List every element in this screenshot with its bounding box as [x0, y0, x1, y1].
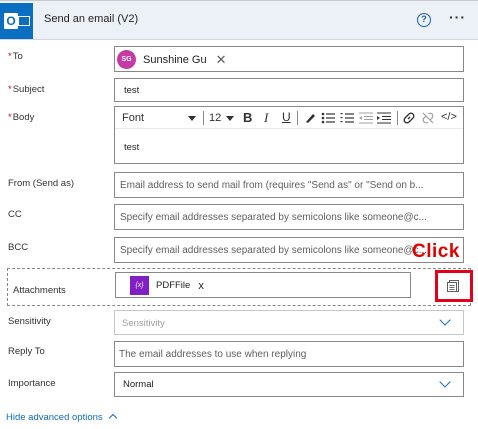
bullet-list-icon[interactable]	[321, 111, 335, 125]
attachments-label: Attachments	[13, 285, 66, 296]
recipient-name: Sunshine Gu	[143, 53, 207, 66]
dynamic-content-token[interactable]: {x} PDFFile x	[130, 276, 204, 295]
decrease-indent-icon[interactable]	[359, 111, 373, 125]
importance-dropdown[interactable]: Normal	[114, 372, 464, 397]
avatar: SG	[117, 50, 136, 69]
subject-value: test	[124, 85, 140, 96]
importance-label: Importance	[8, 378, 56, 389]
action-card-header[interactable]: O Send an email (V2) ? ···	[0, 0, 478, 40]
remove-recipient-icon[interactable]: ✕	[216, 53, 227, 66]
importance-value: Normal	[123, 379, 154, 390]
body-value: test	[124, 142, 140, 153]
click-annotation: Click	[412, 241, 460, 262]
token-label: PDFFile	[156, 280, 191, 291]
font-family-select[interactable]: Font	[122, 112, 144, 124]
cc-placeholder: Specify email addresses separated by sem…	[120, 212, 427, 223]
bcc-label: BCC	[8, 242, 29, 253]
sensitivity-dropdown[interactable]: Sensitivity	[114, 310, 464, 335]
bcc-placeholder: Specify email addresses separated by sem…	[120, 245, 427, 256]
body-label: *Body	[8, 112, 35, 123]
rich-text-toolbar: Font 12 B I U </>	[115, 107, 463, 129]
subject-field[interactable]: test	[114, 78, 464, 102]
to-field[interactable]: SG Sunshine Gu ✕	[114, 46, 464, 72]
remove-token-icon[interactable]: x	[198, 280, 204, 292]
outlook-icon: O	[0, 3, 33, 39]
body-editor[interactable]: Font 12 B I U </> test	[114, 106, 464, 164]
chevron-down-icon[interactable]	[439, 376, 451, 388]
sensitivity-label: Sensitivity	[8, 316, 51, 327]
cc-label: CC	[8, 209, 22, 220]
italic-button[interactable]: I	[264, 110, 268, 126]
increase-indent-icon[interactable]	[377, 111, 391, 125]
reply-to-label: Reply To	[8, 346, 45, 357]
to-label: *To	[8, 51, 23, 62]
help-circle-icon[interactable]: ?	[417, 13, 431, 27]
hide-advanced-options-link[interactable]: Hide advanced options	[6, 412, 103, 423]
font-size-select[interactable]: 12	[209, 112, 221, 124]
link-icon[interactable]	[402, 111, 416, 125]
from-label: From (Send as)	[8, 178, 74, 189]
from-input[interactable]: Email address to send mail from (require…	[114, 172, 464, 198]
numbered-list-icon[interactable]	[340, 111, 354, 125]
toolbar-divider	[203, 111, 204, 125]
chevron-up-icon[interactable]	[108, 413, 118, 423]
attachments-input[interactable]: {x} PDFFile x	[115, 272, 411, 298]
action-title: Send an email (V2)	[44, 13, 139, 25]
toolbar-divider	[397, 111, 398, 125]
unlink-icon[interactable]	[421, 111, 435, 125]
cc-input[interactable]: Specify email addresses separated by sem…	[114, 204, 464, 230]
font-chevron-down-icon[interactable]	[188, 116, 196, 121]
subject-label: *Subject	[8, 84, 45, 95]
sensitivity-placeholder: Sensitivity	[122, 318, 165, 329]
variable-icon: {x}	[130, 276, 149, 295]
from-placeholder: Email address to send mail from (require…	[120, 180, 424, 191]
recipient-chip[interactable]: SG Sunshine Gu ✕	[117, 50, 227, 69]
size-chevron-down-icon[interactable]	[226, 116, 234, 121]
reply-to-input[interactable]: The email addresses to use when replying	[114, 341, 464, 367]
underline-button[interactable]: U	[282, 110, 291, 124]
reply-to-placeholder: The email addresses to use when replying	[119, 349, 307, 360]
switch-to-array-input-icon[interactable]	[446, 279, 460, 293]
bold-button[interactable]: B	[243, 110, 252, 125]
highlight-pen-icon[interactable]	[303, 111, 317, 125]
toolbar-divider	[297, 111, 298, 125]
more-horizontal-icon[interactable]: ···	[449, 9, 466, 25]
code-view-button[interactable]: </>	[441, 111, 457, 123]
